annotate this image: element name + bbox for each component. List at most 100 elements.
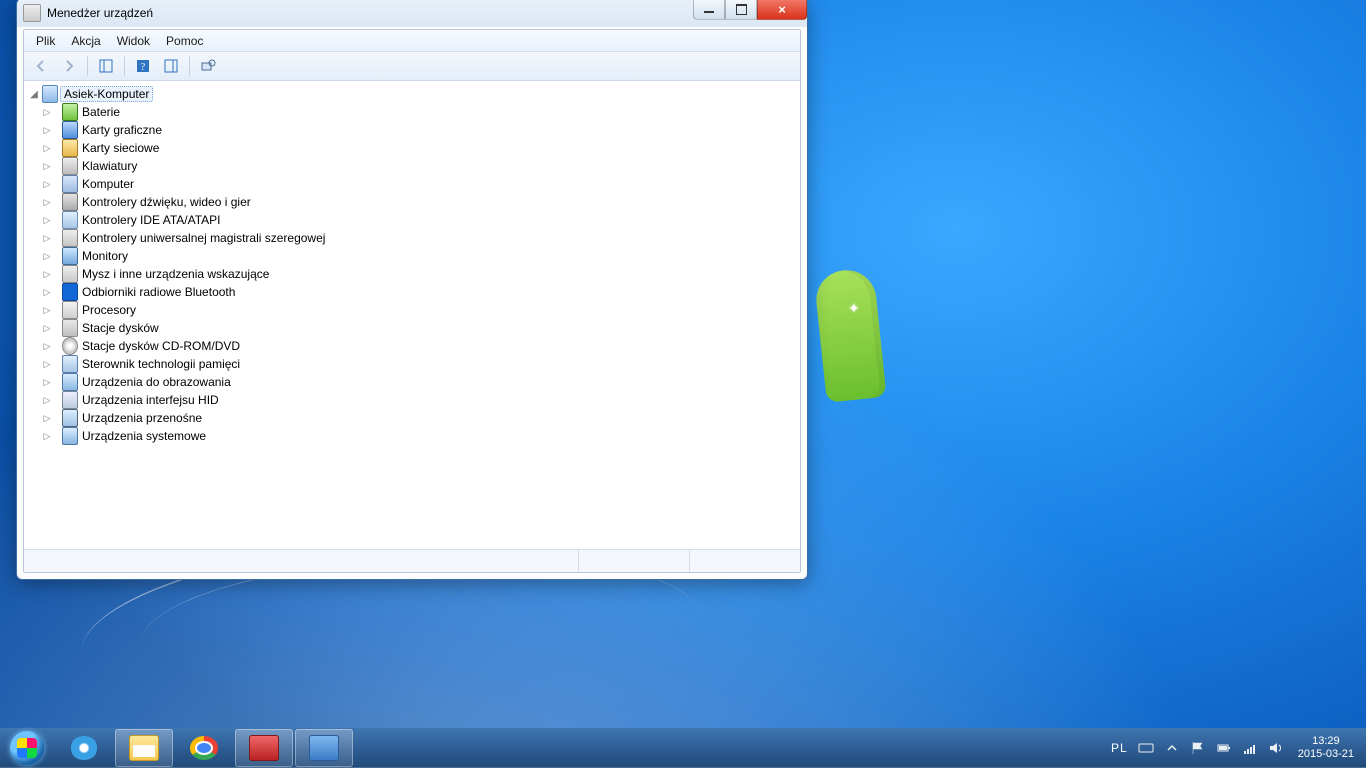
- tree-node[interactable]: ▷ Baterie: [26, 103, 798, 121]
- device-category-icon: [62, 104, 78, 120]
- tree-node[interactable]: ▷ Odbiorniki radiowe Bluetooth: [26, 283, 798, 301]
- tree-root-label: Asiek-Komputer: [60, 86, 153, 102]
- expand-icon[interactable]: ▷: [42, 107, 52, 118]
- tree-node[interactable]: ▷Karty sieciowe: [26, 139, 798, 157]
- taskbar-item-control-panel[interactable]: [295, 729, 353, 767]
- expand-icon[interactable]: ▷: [42, 377, 52, 388]
- tree-node[interactable]: ▷ Monitory: [26, 247, 798, 265]
- device-category-icon: [62, 374, 78, 390]
- tree-node[interactable]: ▷Kontrolery dźwięku, wideo i gier: [26, 193, 798, 211]
- tree-node-label: Urządzenia systemowe: [82, 429, 206, 443]
- device-category-icon: [62, 176, 78, 192]
- tree-node[interactable]: ▷ Kontrolery uniwersalnej magistrali szer…: [26, 229, 798, 247]
- keyboard-tray-icon[interactable]: [1138, 740, 1154, 756]
- tree-node[interactable]: ▷Karty graficzne: [26, 121, 798, 139]
- titlebar[interactable]: Menedżer urządzeń ×: [17, 0, 807, 27]
- status-cell: [24, 550, 578, 572]
- scan-hardware-button[interactable]: [195, 54, 221, 78]
- tree-node[interactable]: ▷Sterownik technologii pamięci: [26, 355, 798, 373]
- clock-date: 2015-03-21: [1298, 748, 1354, 761]
- collapse-icon[interactable]: ◢: [28, 89, 40, 100]
- tree-node[interactable]: ▷Procesory: [26, 301, 798, 319]
- back-button[interactable]: [28, 54, 54, 78]
- expand-icon[interactable]: ▷: [42, 143, 52, 154]
- expand-icon[interactable]: ▷: [42, 215, 52, 226]
- tree-node-label: Kontrolery IDE ATA/ATAPI: [82, 213, 221, 227]
- expand-icon[interactable]: ▷: [42, 305, 52, 316]
- device-category-icon: [62, 284, 78, 300]
- expand-icon[interactable]: ▷: [42, 431, 52, 442]
- toolbar-separator: [124, 56, 125, 76]
- taskbar-item-toolbox[interactable]: [235, 729, 293, 767]
- expand-icon[interactable]: ▷: [42, 395, 52, 406]
- expand-icon[interactable]: ▷: [42, 359, 52, 370]
- expand-icon[interactable]: ▷: [42, 197, 52, 208]
- tree-node[interactable]: ▷Klawiatury: [26, 157, 798, 175]
- device-tree[interactable]: ◢ Asiek-Komputer ▷ Baterie ▷Karty graficzn…: [24, 81, 800, 549]
- expand-icon[interactable]: ▷: [42, 269, 52, 280]
- tree-node[interactable]: ▷ Urządzenia przenośne: [26, 409, 798, 427]
- tree-node-label: Urządzenia przenośne: [82, 411, 202, 425]
- power-tray-icon[interactable]: [1216, 740, 1232, 756]
- device-category-icon: [62, 302, 78, 318]
- network-tray-icon[interactable]: [1242, 740, 1258, 756]
- tree-node[interactable]: ▷ Urządzenia systemowe: [26, 427, 798, 445]
- maximize-button[interactable]: [725, 0, 757, 20]
- tree-node[interactable]: ▷Stacje dysków CD-ROM/DVD: [26, 337, 798, 355]
- taskbar-pin-chrome[interactable]: [175, 729, 233, 767]
- close-button[interactable]: ×: [757, 0, 807, 20]
- device-category-icon: [62, 122, 78, 138]
- menu-action[interactable]: Akcja: [63, 32, 108, 50]
- menu-help[interactable]: Pomoc: [158, 32, 211, 50]
- wallpaper-butterfly: ✦: [848, 300, 860, 317]
- device-category-icon: [62, 194, 78, 210]
- tree-node[interactable]: ▷ Mysz i inne urządzenia wskazujące: [26, 265, 798, 283]
- tree-node-label: Monitory: [82, 249, 128, 263]
- tree-node[interactable]: ▷Urządzenia interfejsu HID: [26, 391, 798, 409]
- device-category-icon: [62, 392, 78, 408]
- expand-icon[interactable]: ▷: [42, 179, 52, 190]
- tree-node-label: Urządzenia do obrazowania: [82, 375, 231, 389]
- show-hide-tree-button[interactable]: [93, 54, 119, 78]
- expand-icon[interactable]: ▷: [42, 287, 52, 298]
- taskbar-pin-explorer[interactable]: [115, 729, 173, 767]
- windows-orb-icon: [10, 731, 44, 765]
- control-panel-icon: [309, 735, 339, 761]
- help-button[interactable]: ?: [130, 54, 156, 78]
- device-category-icon: [62, 266, 78, 282]
- toolbox-icon: [249, 735, 279, 761]
- tree-node[interactable]: ▷ Kontrolery IDE ATA/ATAPI: [26, 211, 798, 229]
- tree-node-label: Mysz i inne urządzenia wskazujące: [82, 267, 269, 281]
- show-hidden-icons[interactable]: [1164, 740, 1180, 756]
- minimize-button[interactable]: [693, 0, 725, 20]
- expand-icon[interactable]: ▷: [42, 233, 52, 244]
- expand-icon[interactable]: ▷: [42, 161, 52, 172]
- forward-button[interactable]: [56, 54, 82, 78]
- tree-node-label: Odbiorniki radiowe Bluetooth: [82, 285, 235, 299]
- tree-root[interactable]: ◢ Asiek-Komputer: [26, 85, 798, 103]
- action-pane-button[interactable]: [158, 54, 184, 78]
- taskbar-pin-ie[interactable]: [55, 729, 113, 767]
- tree-node-label: Baterie: [82, 105, 120, 119]
- language-indicator[interactable]: PL: [1111, 741, 1128, 755]
- expand-icon[interactable]: ▷: [42, 251, 52, 262]
- tree-node-label: Stacje dysków: [82, 321, 159, 335]
- device-category-icon: [62, 338, 78, 354]
- expand-icon[interactable]: ▷: [42, 341, 52, 352]
- menu-view[interactable]: Widok: [109, 32, 158, 50]
- expand-icon[interactable]: ▷: [42, 323, 52, 334]
- chrome-icon: [190, 736, 218, 760]
- clock[interactable]: 13:29 2015-03-21: [1294, 735, 1358, 761]
- tree-node[interactable]: ▷Komputer: [26, 175, 798, 193]
- wallpaper-leaf: [813, 267, 886, 403]
- expand-icon[interactable]: ▷: [42, 413, 52, 424]
- tree-node[interactable]: ▷ Stacje dysków: [26, 319, 798, 337]
- start-button[interactable]: [0, 728, 54, 768]
- expand-icon[interactable]: ▷: [42, 125, 52, 136]
- menu-file[interactable]: Plik: [28, 32, 63, 50]
- device-category-icon: [62, 248, 78, 264]
- volume-tray-icon[interactable]: [1268, 740, 1284, 756]
- flag-tray-icon[interactable]: [1190, 740, 1206, 756]
- tree-node-label: Kontrolery uniwersalnej magistrali szere…: [82, 231, 325, 245]
- tree-node[interactable]: ▷ Urządzenia do obrazowania: [26, 373, 798, 391]
